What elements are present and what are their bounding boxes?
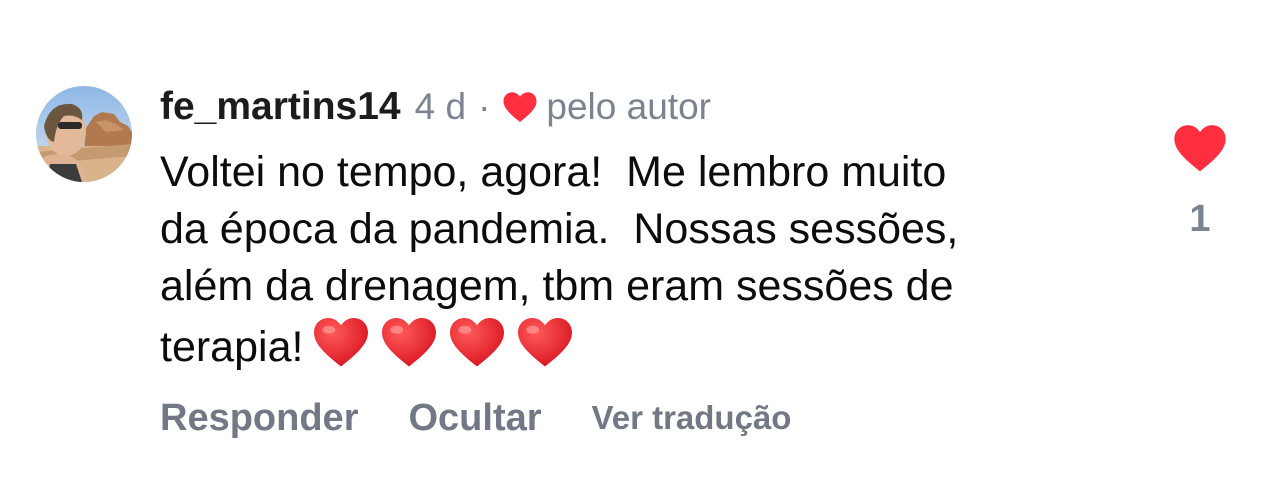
- comment-text: Voltei no tempo, agora! Me lembro muito …: [160, 144, 1120, 376]
- timestamp: 4 d: [414, 86, 467, 127]
- separator-dot: ·: [478, 86, 491, 127]
- comment-text-line: além da drenagem, tbm eram sessões de: [160, 262, 954, 310]
- red-heart-emoji-icon: [379, 315, 439, 369]
- red-heart-emoji-icon: [447, 315, 507, 369]
- comment-text-line: Voltei no tempo, agora! Me lembro muito: [160, 148, 947, 196]
- like-count[interactable]: 1: [1180, 198, 1220, 241]
- like-heart-icon[interactable]: [1172, 122, 1228, 174]
- red-heart-emoji-icon: [311, 315, 371, 369]
- heart-icon: [502, 90, 538, 124]
- username[interactable]: fe_martins14: [160, 85, 401, 129]
- avatar[interactable]: [36, 86, 132, 182]
- reply-button[interactable]: Responder: [160, 397, 358, 440]
- hide-button[interactable]: Ocultar: [408, 397, 541, 440]
- translate-button[interactable]: Ver tradução: [592, 399, 792, 437]
- comment-text-line-last: terapia!: [160, 315, 1120, 376]
- comment: fe_martins14 4 d · pelo autor Voltei no …: [0, 0, 1284, 486]
- red-heart-emoji-icon: [515, 315, 575, 369]
- avatar-image: [36, 86, 132, 182]
- comment-text-fragment: terapia!: [160, 323, 304, 371]
- comment-text-line: da época da pandemia. Nossas sessões,: [160, 205, 959, 253]
- comment-header: fe_martins14 4 d · pelo autor: [160, 84, 711, 130]
- liked-by-author-label: pelo autor: [546, 86, 711, 127]
- heart-emojis: [303, 315, 575, 369]
- comment-actions: Responder Ocultar Ver tradução: [160, 390, 791, 446]
